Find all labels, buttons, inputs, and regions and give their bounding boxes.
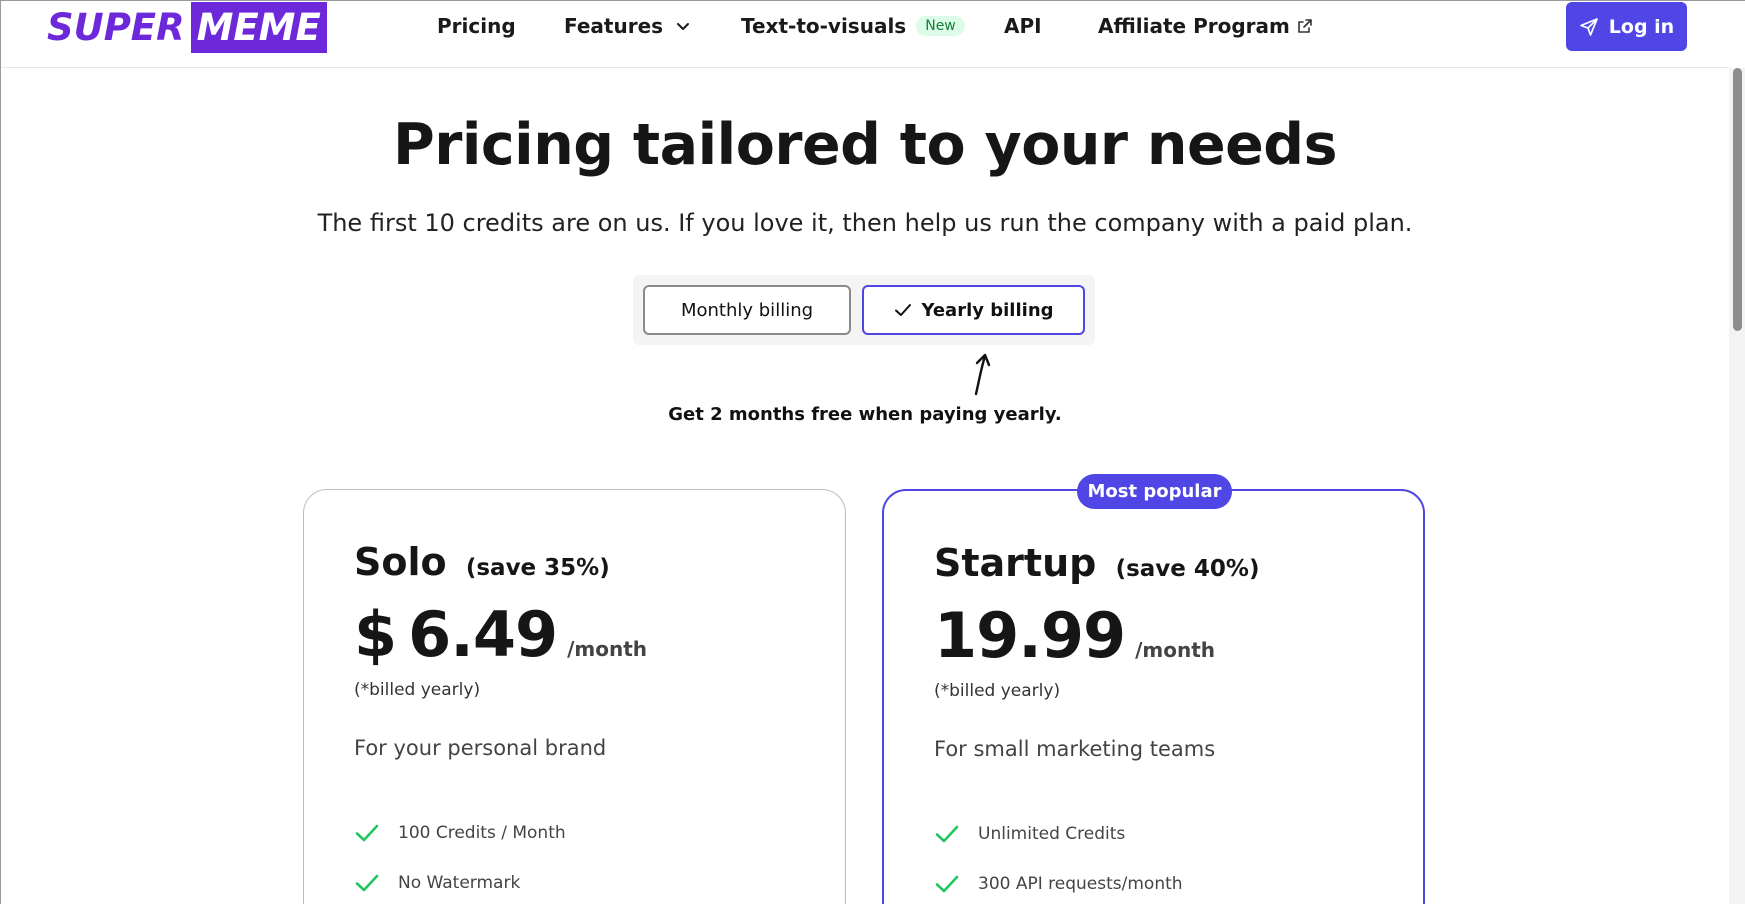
checkmark-icon — [935, 825, 959, 843]
nav-features-dropdown[interactable]: Features — [564, 14, 691, 38]
price-period: /month — [567, 637, 648, 661]
external-link-icon — [1298, 19, 1312, 33]
yearly-billing-button[interactable]: Yearly billing — [862, 285, 1085, 335]
logo-super-text: SUPER — [47, 6, 185, 49]
price-period: /month — [1135, 638, 1216, 662]
checkmark-icon — [355, 824, 379, 842]
supermeme-logo[interactable]: SUPER MEME — [47, 2, 327, 53]
checkmark-icon — [355, 874, 379, 892]
yearly-billing-label: Yearly billing — [921, 299, 1054, 321]
check-icon — [895, 304, 912, 316]
plan-name: Startup (save 40%) — [934, 541, 1259, 585]
yearly-promo-text: Get 2 months free when paying yearly. — [668, 404, 1062, 425]
feature-label: Unlimited Credits — [978, 824, 1126, 844]
nav-affiliate-link[interactable]: Affiliate Program — [1098, 14, 1312, 38]
chevron-down-icon — [677, 23, 690, 30]
page-scrollbar[interactable] — [1729, 68, 1745, 904]
price-currency: $ — [354, 598, 397, 671]
feature-item: 100 Credits / Month — [354, 820, 566, 846]
monthly-billing-button[interactable]: Monthly billing — [643, 285, 851, 335]
new-badge: New — [916, 16, 965, 36]
nav-api-link[interactable]: API — [1004, 14, 1042, 38]
feature-item: 300 API requests/month — [934, 871, 1183, 897]
send-icon — [1579, 17, 1598, 36]
feature-label: 300 API requests/month — [978, 874, 1183, 894]
scrollbar-thumb[interactable] — [1733, 68, 1742, 331]
plan-price: $ 6.49 /month — [354, 598, 647, 671]
plan-savings: (save 35%) — [465, 555, 610, 581]
nav-api-label: API — [1004, 14, 1042, 38]
plan-description: For small marketing teams — [934, 737, 1216, 761]
feature-label: 100 Credits / Month — [398, 823, 566, 843]
monthly-billing-label: Monthly billing — [680, 299, 814, 321]
plan-price: 19.99 /month — [934, 599, 1215, 672]
page-subtitle: The first 10 credits are on us. If you l… — [317, 209, 1413, 237]
logo-meme-text: MEME — [190, 2, 327, 53]
nav-text-to-visuals-label: Text-to-visuals — [741, 14, 907, 38]
most-popular-badge: Most popular — [1077, 474, 1232, 509]
plan-savings: (save 40%) — [1115, 556, 1260, 582]
plan-card-solo: Solo (save 35%) $ 6.49 /month (*billed y… — [303, 489, 846, 904]
billing-note: (*billed yearly) — [354, 680, 481, 700]
plan-description: For your personal brand — [354, 736, 607, 760]
feature-label: No Watermark — [398, 873, 521, 893]
login-button[interactable]: Log in — [1566, 2, 1687, 51]
feature-item: Unlimited Credits — [934, 821, 1125, 847]
nav-affiliate-label: Affiliate Program — [1098, 14, 1290, 38]
billing-toggle: Monthly billing Yearly billing — [633, 275, 1095, 345]
top-navbar: SUPER MEME Pricing Features Text-to-visu… — [1, 1, 1729, 68]
nav-features-label: Features — [564, 14, 664, 38]
checkmark-icon — [935, 875, 959, 893]
nav-pricing-link[interactable]: Pricing — [437, 14, 516, 38]
plan-name: Solo (save 35%) — [354, 540, 610, 584]
price-amount: 19.99 — [934, 599, 1126, 672]
price-amount: 6.49 — [408, 598, 558, 671]
nav-text-to-visuals-link[interactable]: Text-to-visuals New — [741, 14, 965, 38]
arrow-up-icon — [974, 353, 991, 396]
login-label: Log in — [1608, 15, 1675, 38]
billing-note: (*billed yearly) — [934, 681, 1061, 701]
page-title: Pricing tailored to your needs — [392, 112, 1338, 178]
nav-pricing-label: Pricing — [437, 14, 516, 38]
plan-title: Solo — [354, 540, 447, 584]
plan-title: Startup — [934, 541, 1097, 585]
plan-card-startup: Startup (save 40%) 19.99 /month (*billed… — [882, 489, 1425, 904]
feature-item: No Watermark — [354, 870, 520, 896]
